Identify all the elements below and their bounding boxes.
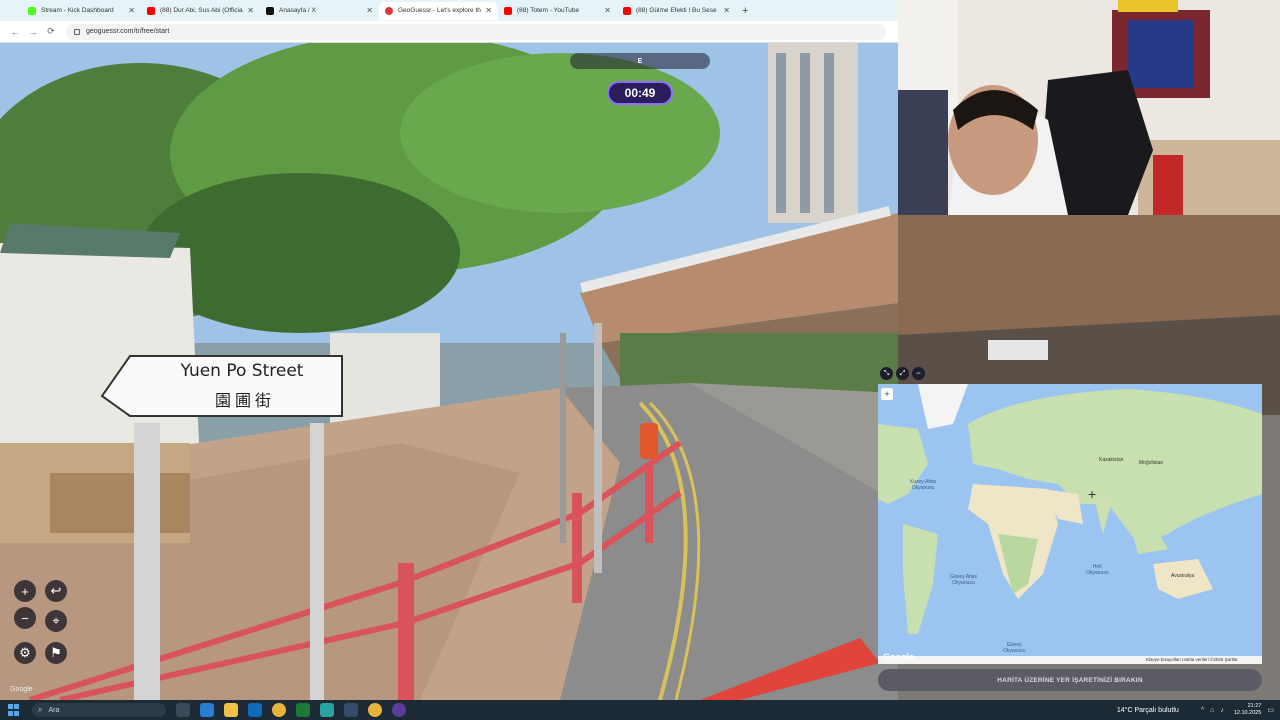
chevron-up-icon[interactable]: ^	[1201, 707, 1204, 714]
map-shrink-icon[interactable]: ⤢	[896, 367, 909, 380]
kick-icon	[28, 6, 36, 15]
reload-button[interactable]: ⟳	[42, 26, 60, 37]
map-label-mogolistan: Moğolistan	[1139, 460, 1164, 466]
network-icon[interactable]: ⌂	[1210, 707, 1214, 714]
webcam-overlay	[898, 0, 1280, 215]
return-to-start-button[interactable]: ⌖	[45, 610, 67, 632]
map-crosshair-icon: +	[1088, 486, 1097, 502]
map-label-avustralya: Avustralya	[1171, 573, 1195, 579]
x-icon	[266, 6, 274, 15]
flag-button[interactable]: ⚑	[45, 642, 67, 664]
tab-title: (88) Totem - YouTube	[517, 7, 580, 14]
url-text: geoguessr.com/tr/free/start	[86, 28, 170, 35]
tab-title: (88) Gülme Efekti I Bu Sese İnan	[636, 7, 719, 14]
system-tray: 14°C Parçalı bulutlu ^ ⌂ ♪ 21:27 12.10.2…	[1117, 700, 1274, 720]
map-size-controls: ⤡ ⤢ ⇔	[880, 367, 925, 380]
map-expand-icon[interactable]: ⤡	[880, 367, 893, 380]
clock-time: 21:27	[1247, 703, 1262, 709]
undo-button[interactable]: ↩	[45, 580, 67, 602]
webcam-image	[898, 0, 1280, 215]
youtube-icon	[623, 6, 631, 15]
tab-title: Stream - Kick Dashboard	[41, 7, 114, 14]
app-icon-2[interactable]	[320, 703, 334, 717]
notification-icon[interactable]: ▭	[1267, 706, 1274, 714]
tab-geoguessr[interactable]: GeoGuessr - Let's explore the w ✕	[379, 1, 498, 20]
weather-widget[interactable]: 14°C Parçalı bulutlu	[1117, 707, 1179, 714]
file-explorer-icon[interactable]	[224, 703, 238, 717]
map-google-logo: Google	[883, 652, 914, 662]
tab-x[interactable]: Anasayfa / X ✕	[260, 2, 379, 20]
round-timer: 00:49	[607, 81, 673, 105]
clock-date: 12.10.2025	[1233, 710, 1262, 716]
windows-start-icon[interactable]	[8, 704, 22, 716]
youtube-icon	[147, 6, 155, 15]
search-icon: ⌕	[38, 705, 43, 714]
map-zoom-in-button[interactable]: +	[881, 388, 893, 400]
chrome-icon[interactable]	[272, 703, 286, 717]
street-view-panorama[interactable]: Yuen Po Street 園圃街	[0, 43, 898, 700]
app-icon[interactable]	[296, 703, 310, 717]
street-sign-english: Yuen Po Street	[180, 361, 304, 381]
tab-title: Anasayfa / X	[279, 7, 316, 14]
tab-title: (88) Dur Abi, Sus Abi (Official V	[160, 7, 244, 14]
volume-icon[interactable]: ♪	[1220, 707, 1224, 714]
map-attribution[interactable]: Klavye kısayolları Harita verileri ©2025…	[1146, 657, 1238, 662]
tab-kick[interactable]: Stream - Kick Dashboard ✕	[22, 2, 141, 20]
guess-map[interactable]: Kazakistan Moğolistan Kuzey Atlas Okyanu…	[878, 384, 1262, 664]
close-icon[interactable]: ✕	[366, 6, 373, 15]
guess-button[interactable]: HARİTA ÜZERİNE YER İŞARETİNİZİ BIRAKIN	[878, 669, 1262, 691]
map-label-kuzey-atlas: Kuzey Atlas Okyanusu	[910, 479, 937, 491]
screen: Stream - Kick Dashboard ✕ (88) Dur Abi, …	[0, 0, 1280, 720]
map-label-hint: Hint Okyanusu	[1086, 564, 1109, 576]
taskbar-search[interactable]: ⌕ Ara	[32, 703, 166, 717]
close-icon[interactable]: ✕	[723, 6, 730, 15]
obs-icon[interactable]	[392, 703, 406, 717]
tab-youtube-1[interactable]: (88) Dur Abi, Sus Abi (Official V ✕	[141, 2, 260, 20]
google-logo: Google	[10, 686, 33, 693]
browser-tab-bar: Stream - Kick Dashboard ✕ (88) Dur Abi, …	[0, 0, 898, 21]
close-icon[interactable]: ✕	[485, 6, 492, 15]
street-sign-chinese: 園圃街	[214, 391, 275, 410]
edge-icon[interactable]	[200, 703, 214, 717]
tab-title: GeoGuessr - Let's explore the w	[398, 7, 481, 14]
back-button[interactable]: ←	[6, 27, 24, 37]
geoguessr-icon	[385, 6, 393, 15]
taskbar: ⌕ Ara 14°C Parçalı bulutlu ^ ⌂ ♪ 21:27 1…	[0, 700, 1280, 720]
taskbar-search-placeholder: Ara	[48, 706, 60, 714]
steam-icon[interactable]	[344, 703, 358, 717]
task-view-icon[interactable]	[176, 703, 190, 717]
site-info-icon[interactable]	[74, 28, 80, 35]
new-tab-button[interactable]: +	[742, 5, 748, 17]
map-label-kazakistan: Kazakistan	[1099, 457, 1124, 463]
compass-bar: E	[570, 53, 710, 69]
mail-icon[interactable]	[248, 703, 262, 717]
url-field[interactable]: geoguessr.com/tr/free/start	[66, 23, 886, 40]
map-label-guney-atlas: Güney Atlas Okyanusu	[950, 574, 977, 586]
close-icon[interactable]: ✕	[128, 6, 135, 15]
map-pin-toggle-icon[interactable]: ⇔	[912, 367, 925, 380]
street-view-image	[0, 43, 898, 700]
tab-youtube-3[interactable]: (88) Gülme Efekti I Bu Sese İnan ✕	[617, 2, 736, 20]
map-label-guney: Güney Okyanusu	[1003, 642, 1026, 654]
close-icon[interactable]: ✕	[247, 6, 254, 15]
compass-direction: E	[637, 57, 643, 65]
forward-button[interactable]: →	[24, 27, 42, 37]
youtube-icon	[504, 6, 512, 15]
tab-youtube-2[interactable]: (88) Totem - YouTube ✕	[498, 2, 617, 20]
clock[interactable]: 21:27 12.10.2025	[1234, 703, 1262, 717]
zoom-in-button[interactable]: +	[14, 580, 36, 602]
world-map-image	[878, 384, 1262, 664]
address-bar: ← → ⟳ geoguessr.com/tr/free/start	[0, 21, 898, 43]
settings-button[interactable]: ⚙	[14, 642, 36, 664]
zoom-out-button[interactable]: −	[14, 607, 36, 629]
close-icon[interactable]: ✕	[604, 6, 611, 15]
chrome-icon-2[interactable]	[368, 703, 382, 717]
